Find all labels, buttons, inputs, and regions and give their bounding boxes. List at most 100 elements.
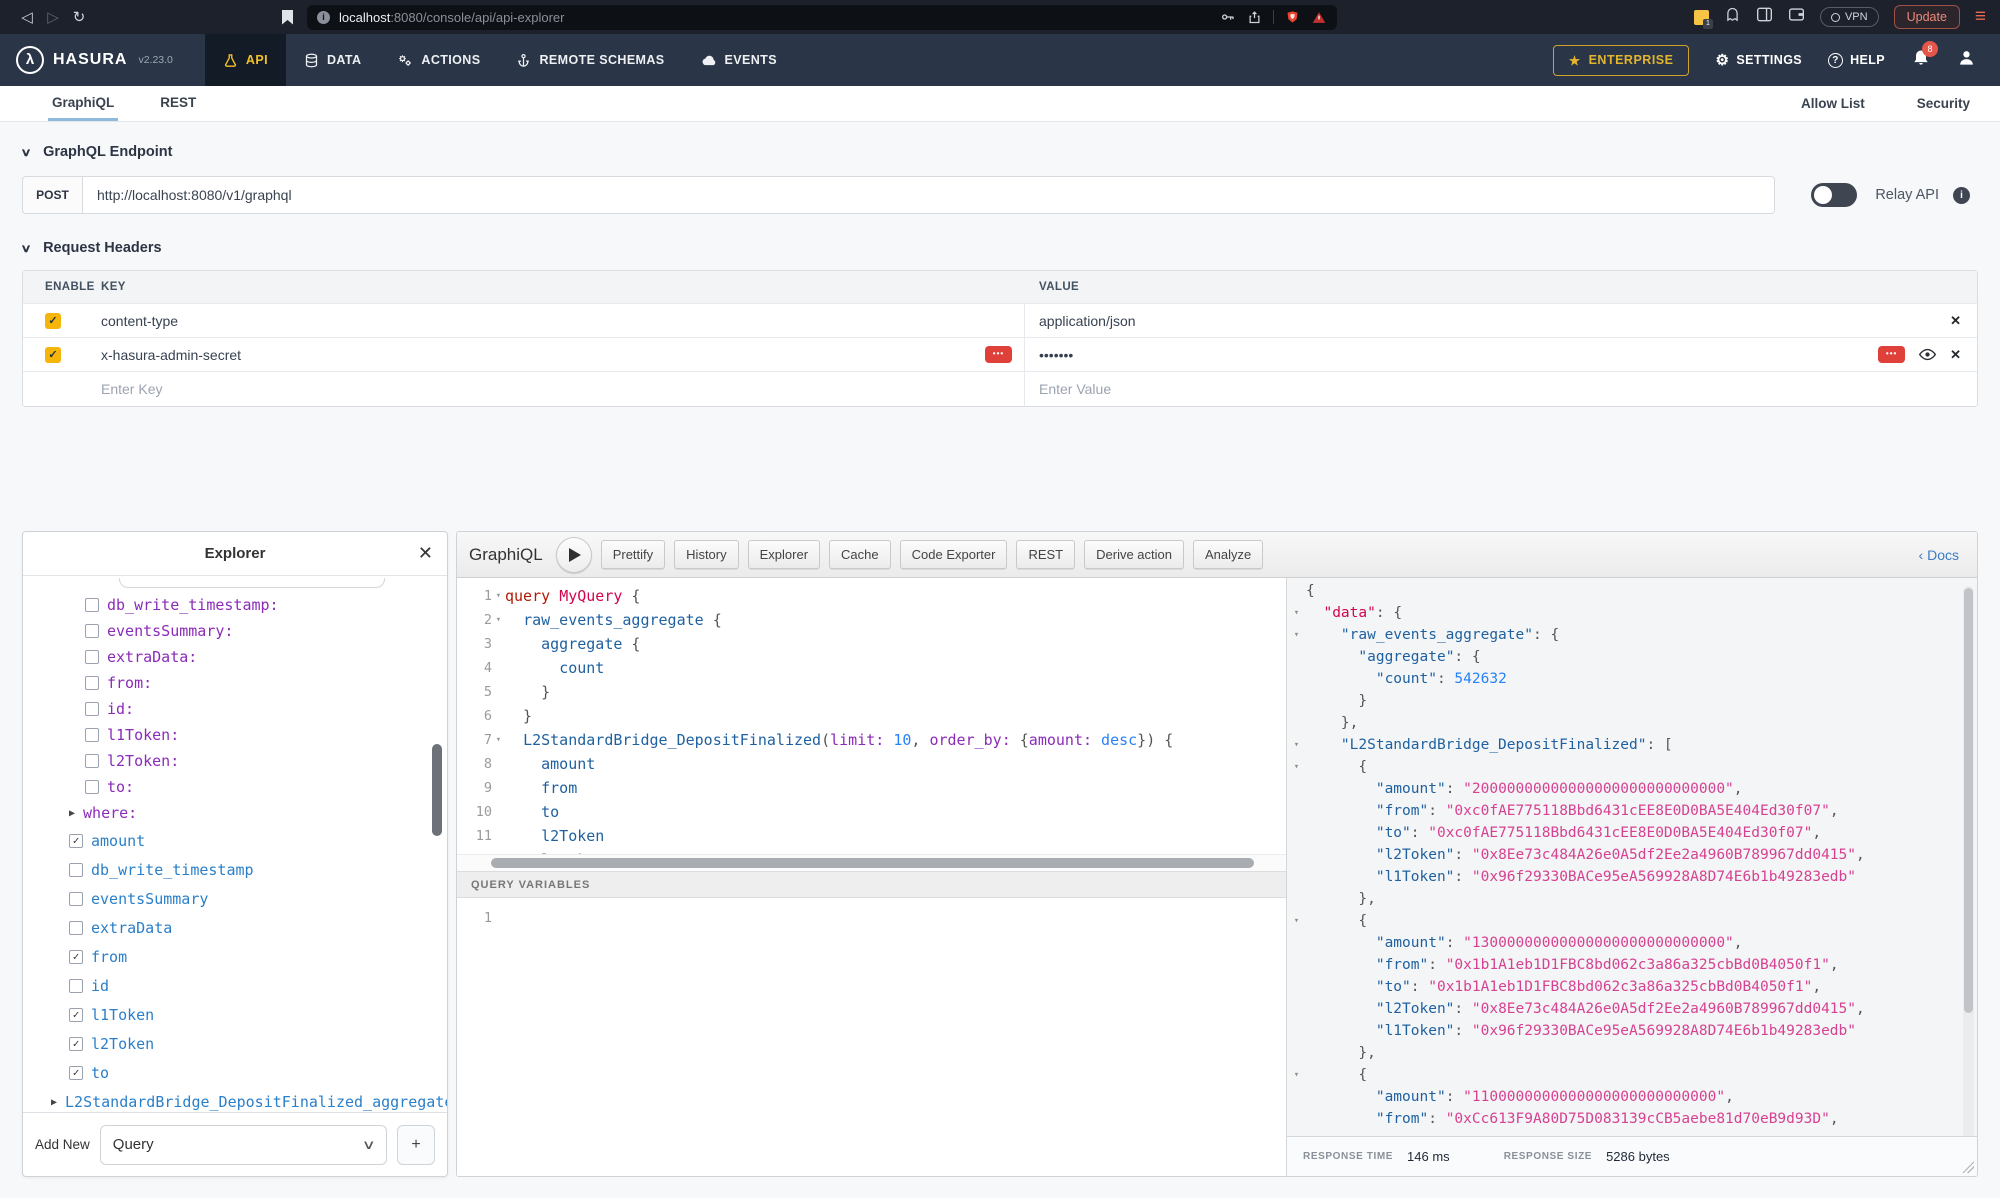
warning-triangle-icon[interactable] (1311, 10, 1327, 25)
share-icon[interactable] (1247, 10, 1262, 25)
unchecked-checkbox[interactable] (69, 863, 83, 877)
header-key-input[interactable]: content-type (87, 304, 1025, 337)
fold-arrow-icon[interactable]: ▾ (492, 728, 505, 752)
toolbar-button-history[interactable]: History (674, 540, 738, 569)
expand-arrow-icon[interactable]: ▶ (51, 1097, 57, 1108)
explorer-item[interactable]: id (23, 971, 447, 1000)
reveal-secret-icon[interactable] (1919, 348, 1936, 361)
unchecked-checkbox[interactable] (85, 624, 99, 638)
unchecked-checkbox[interactable] (85, 754, 99, 768)
account-button[interactable] (1957, 48, 1976, 72)
wallet-icon[interactable] (1788, 7, 1805, 27)
graphql-endpoint-section-header[interactable]: ∨ GraphQL Endpoint (22, 144, 1978, 160)
explorer-item[interactable]: ▶L2StandardBridge_DepositFinalized_aggre… (23, 1087, 447, 1112)
response-viewer[interactable]: {▾ "data": {▾ "raw_events_aggregate": { … (1287, 578, 1977, 1136)
help-button[interactable]: ?HELP (1828, 53, 1885, 68)
query-editor[interactable]: 1▾query MyQuery {2▾ raw_events_aggregate… (457, 578, 1286, 854)
explorer-item[interactable]: l2Token: (23, 748, 447, 774)
header-value-input[interactable]: ••••••••••✕ (1025, 338, 1977, 371)
fold-arrow-icon[interactable]: ▾ (1287, 602, 1306, 624)
request-headers-section-header[interactable]: ∨ Request Headers (22, 240, 1978, 256)
allow-list-link[interactable]: Allow List (1801, 96, 1865, 111)
explorer-item[interactable]: eventsSummary (23, 884, 447, 913)
fold-arrow-icon[interactable]: ▾ (1287, 1064, 1306, 1086)
enterprise-button[interactable]: ★ENTERPRISE (1553, 45, 1690, 76)
explorer-item[interactable]: ✓l1Token (23, 1000, 447, 1029)
query-variables-header[interactable]: QUERY VARIABLES (457, 871, 1286, 898)
header-key-input[interactable]: x-hasura-admin-secret••• (87, 338, 1025, 371)
fold-arrow-icon[interactable]: ▾ (1287, 756, 1306, 778)
relay-api-toggle[interactable] (1811, 183, 1857, 207)
toolbar-button-rest[interactable]: REST (1016, 540, 1075, 569)
explorer-item[interactable]: to: (23, 774, 447, 800)
close-icon[interactable]: ✕ (418, 543, 433, 564)
unchecked-checkbox[interactable] (85, 650, 99, 664)
nav-item-api[interactable]: API (205, 34, 286, 86)
toolbar-button-analyze[interactable]: Analyze (1193, 540, 1263, 569)
explorer-item[interactable]: ✓amount (23, 826, 447, 855)
notes-extension-icon[interactable]: 1 (1694, 10, 1709, 25)
unchecked-checkbox[interactable] (85, 702, 99, 716)
fold-arrow-icon[interactable]: ▾ (1287, 624, 1306, 646)
explorer-item[interactable]: ✓from (23, 942, 447, 971)
nav-item-data[interactable]: DATA (286, 34, 379, 86)
explorer-field-list[interactable]: db_write_timestamp:eventsSummary:extraDa… (23, 576, 447, 1112)
vpn-button[interactable]: VPN (1820, 7, 1879, 27)
back-icon[interactable]: ◁ (14, 8, 40, 26)
unchecked-checkbox[interactable] (85, 676, 99, 690)
unchecked-checkbox[interactable] (69, 979, 83, 993)
explorer-item[interactable]: extraData (23, 913, 447, 942)
key-icon[interactable] (1220, 9, 1236, 25)
settings-button[interactable]: ⚙SETTINGS (1715, 51, 1802, 69)
docs-link[interactable]: ‹ Docs (1919, 547, 1965, 563)
checked-checkbox[interactable]: ✓ (69, 1066, 83, 1080)
expand-arrow-icon[interactable]: ▶ (69, 808, 75, 819)
explorer-item[interactable]: ✓l2Token (23, 1029, 447, 1058)
sidebar-icon[interactable] (1756, 7, 1773, 27)
reload-icon[interactable]: ↻ (66, 8, 92, 26)
enable-checkbox[interactable]: ✓ (45, 347, 61, 363)
unchecked-checkbox[interactable] (85, 598, 99, 612)
explorer-item[interactable]: l1Token: (23, 722, 447, 748)
nav-item-events[interactable]: EVENTS (683, 34, 795, 86)
explorer-item[interactable]: eventsSummary: (23, 618, 447, 644)
checked-checkbox[interactable]: ✓ (69, 1008, 83, 1022)
checked-checkbox[interactable]: ✓ (69, 1037, 83, 1051)
explorer-item[interactable]: ✓to (23, 1058, 447, 1087)
response-scrollbar[interactable] (1963, 586, 1974, 1136)
toolbar-button-explorer[interactable]: Explorer (748, 540, 820, 569)
remove-header-icon[interactable]: ✕ (1950, 313, 1961, 329)
nav-item-actions[interactable]: ACTIONS (379, 34, 498, 86)
header-value-input[interactable]: application/json✕ (1025, 304, 1977, 337)
toolbar-button-cache[interactable]: Cache (829, 540, 891, 569)
explorer-item[interactable]: extraData: (23, 644, 447, 670)
unchecked-checkbox[interactable] (85, 728, 99, 742)
query-variables-editor[interactable]: 1 (457, 898, 1286, 1176)
address-bar[interactable]: i localhost :8080/console/api/api-explor… (307, 5, 1337, 30)
new-header-key-input[interactable]: Enter Key (87, 372, 1025, 406)
toolbar-button-derive-action[interactable]: Derive action (1084, 540, 1184, 569)
resize-handle[interactable] (1962, 1161, 1974, 1173)
toolbar-button-prettify[interactable]: Prettify (601, 540, 665, 569)
tab-graphiql[interactable]: GraphiQL (48, 86, 118, 121)
hasura-logo[interactable]: λ HASURA v2.23.0 (0, 46, 187, 74)
leo-icon[interactable] (1724, 6, 1741, 28)
bookmark-icon[interactable] (282, 10, 293, 25)
fold-arrow-icon[interactable]: ▾ (492, 584, 505, 608)
enable-checkbox[interactable]: ✓ (45, 313, 61, 329)
unchecked-checkbox[interactable] (69, 921, 83, 935)
forward-icon[interactable]: ▷ (40, 8, 66, 26)
explorer-item[interactable]: from: (23, 670, 447, 696)
checked-checkbox[interactable]: ✓ (69, 834, 83, 848)
shield-icon[interactable] (1285, 9, 1300, 25)
add-new-select[interactable]: Query ∨ (100, 1125, 387, 1165)
env-var-pill-icon[interactable]: ••• (985, 346, 1012, 363)
checked-checkbox[interactable]: ✓ (69, 950, 83, 964)
remove-header-icon[interactable]: ✕ (1950, 347, 1961, 363)
site-info-icon[interactable]: i (317, 11, 330, 24)
tab-rest[interactable]: REST (156, 86, 200, 121)
toolbar-button-code-exporter[interactable]: Code Exporter (900, 540, 1008, 569)
fold-arrow-icon[interactable]: ▾ (1287, 734, 1306, 756)
execute-query-button[interactable] (556, 537, 592, 573)
menu-icon[interactable]: ≡ (1975, 6, 1986, 28)
